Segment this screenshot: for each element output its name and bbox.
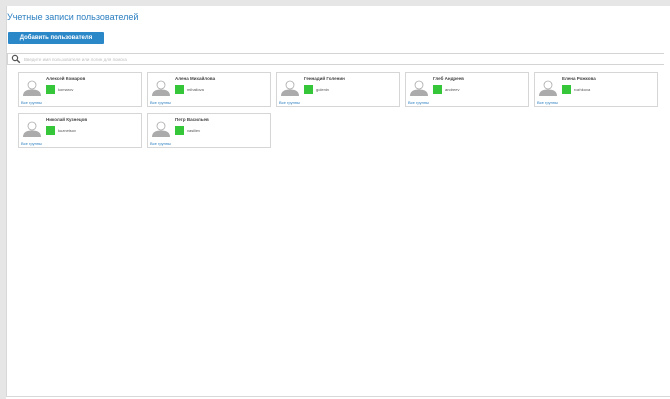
user-name: Геннадий Голенин bbox=[304, 76, 345, 81]
user-avatar-icon bbox=[152, 121, 170, 137]
user-card[interactable]: Петр Васильев vasiliev Все группы bbox=[147, 113, 271, 148]
search-box[interactable] bbox=[7, 53, 664, 65]
user-groups-link[interactable]: Все группы bbox=[21, 141, 42, 146]
user-card[interactable]: Глеб Андреев andreev Все группы bbox=[405, 72, 529, 107]
user-avatar-icon bbox=[410, 80, 428, 96]
user-name: Алена Михайлова bbox=[175, 76, 216, 81]
status-online-icon bbox=[175, 126, 184, 135]
user-groups-link[interactable]: Все группы bbox=[21, 100, 42, 105]
user-groups-link[interactable]: Все группы bbox=[279, 100, 300, 105]
user-avatar-icon bbox=[152, 80, 170, 96]
user-login: rozhkova bbox=[574, 87, 591, 92]
user-login: andreev bbox=[445, 87, 460, 92]
user-login: kuznetsov bbox=[58, 128, 77, 133]
user-login: komarov bbox=[58, 87, 74, 92]
user-login: golenin bbox=[316, 87, 329, 92]
user-avatar-icon bbox=[23, 80, 41, 96]
page-title: Учетные записи пользователей bbox=[7, 12, 139, 22]
user-groups-link[interactable]: Все группы bbox=[150, 141, 171, 146]
status-online-icon bbox=[562, 85, 571, 94]
user-avatar-icon bbox=[539, 80, 557, 96]
status-online-icon bbox=[304, 85, 313, 94]
user-card[interactable]: Николай Кузнецов kuznetsov Все группы bbox=[18, 113, 142, 148]
user-name: Елена Рожкова bbox=[562, 76, 596, 81]
user-login: vasiliev bbox=[187, 128, 201, 133]
user-avatar-icon bbox=[23, 121, 41, 137]
user-groups-link[interactable]: Все группы bbox=[537, 100, 558, 105]
user-name: Петр Васильев bbox=[175, 117, 209, 122]
status-online-icon bbox=[46, 85, 55, 94]
user-name: Глеб Андреев bbox=[433, 76, 464, 81]
user-card[interactable]: Алексей Комаров komarov Все группы bbox=[18, 72, 142, 107]
status-online-icon bbox=[175, 85, 184, 94]
user-avatar-icon bbox=[281, 80, 299, 96]
user-groups-link[interactable]: Все группы bbox=[408, 100, 429, 105]
status-online-icon bbox=[46, 126, 55, 135]
user-card[interactable]: Алена Михайлова mihailova Все группы bbox=[147, 72, 271, 107]
add-user-button[interactable]: Добавить пользователя bbox=[8, 32, 104, 44]
search-icon bbox=[11, 54, 21, 64]
user-groups-link[interactable]: Все группы bbox=[150, 100, 171, 105]
status-online-icon bbox=[433, 85, 442, 94]
user-card[interactable]: Геннадий Голенин golenin Все группы bbox=[276, 72, 400, 107]
search-input[interactable] bbox=[24, 54, 664, 64]
user-name: Николай Кузнецов bbox=[46, 117, 88, 122]
user-login: mihailova bbox=[187, 87, 204, 92]
user-card[interactable]: Елена Рожкова rozhkova Все группы bbox=[534, 72, 658, 107]
user-name: Алексей Комаров bbox=[46, 76, 86, 81]
